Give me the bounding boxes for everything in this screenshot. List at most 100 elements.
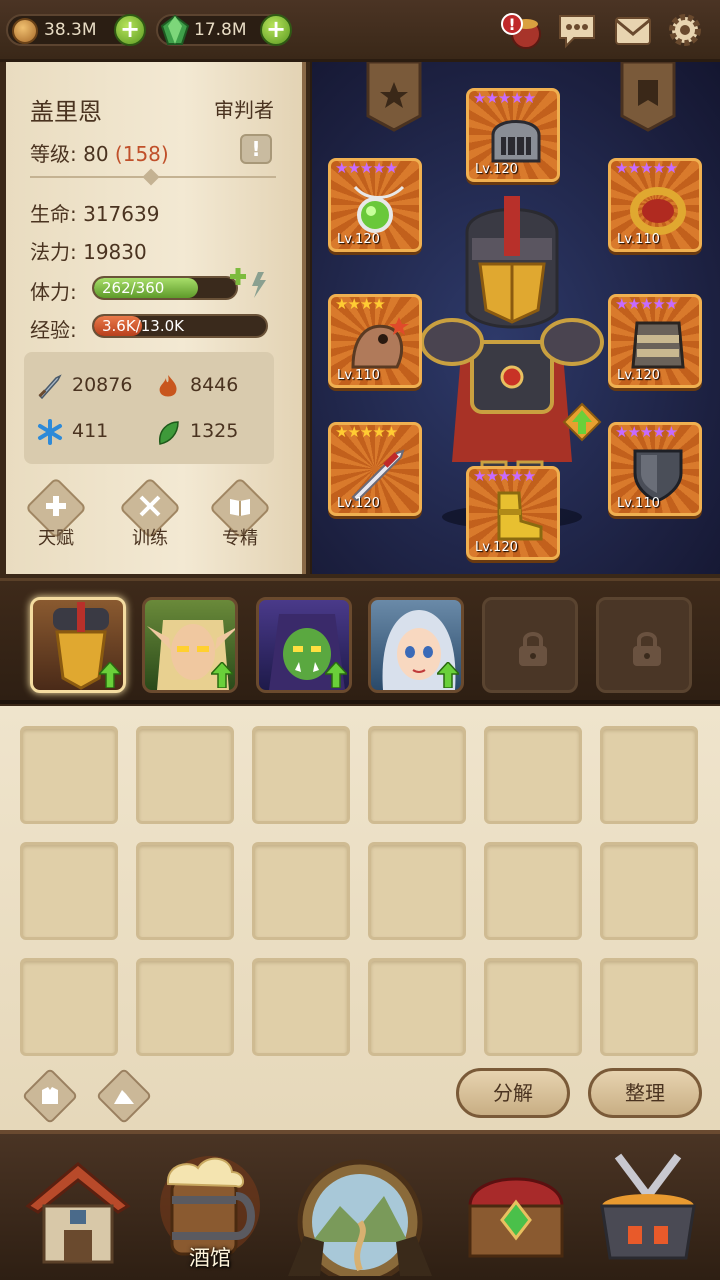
fire-stat: 8446 (159, 374, 239, 397)
level-label: 等级: (30, 142, 77, 166)
inventory-slot[interactable] (20, 958, 118, 1056)
treasure-chest-icon (468, 1177, 564, 1258)
star-rating-icon: ★★★★★ (473, 89, 536, 107)
inventory-panel: 分解 整理 (0, 706, 720, 1130)
mail-icon[interactable] (612, 10, 654, 50)
fire-icon (159, 375, 177, 397)
hero-roster-bar (0, 578, 720, 704)
divider (30, 176, 276, 178)
equip-slot-chest[interactable]: ★★★★★ Lv.120 (608, 294, 702, 388)
inventory-slot[interactable] (136, 726, 234, 824)
inventory-slot[interactable] (136, 842, 234, 940)
hero-slot-locked[interactable] (596, 597, 692, 693)
equip-slot-shoulder[interactable]: ★★★★ Lv.110 (328, 294, 422, 388)
star-rating-icon: ★★★★ (335, 295, 386, 313)
lock-icon (633, 632, 661, 666)
level-extra: (158) (114, 142, 169, 166)
inventory-slot[interactable] (484, 958, 582, 1056)
filter-material-button[interactable] (95, 1067, 153, 1125)
inventory-slot[interactable] (252, 958, 350, 1056)
inventory-slot[interactable] (368, 726, 466, 824)
decompose-button[interactable]: 分解 (456, 1068, 570, 1118)
equip-slot-weapon[interactable]: ★★★★★ Lv.120 (328, 422, 422, 516)
nav-adventure[interactable] (280, 1146, 440, 1280)
svg-text:!: ! (508, 15, 515, 34)
inventory-slot[interactable] (484, 842, 582, 940)
gold-coin-icon (12, 18, 38, 44)
ring-icon (630, 187, 686, 235)
star-rating-icon: ★★★★★ (335, 159, 398, 177)
chat-icon[interactable] (556, 10, 598, 50)
add-gold-button[interactable]: + (114, 14, 146, 46)
gem-amount: 17.8M (194, 20, 247, 40)
inventory-slot[interactable] (484, 726, 582, 824)
add-gems-button[interactable]: + (260, 14, 292, 46)
sword-icon (38, 374, 62, 400)
lock-icon (519, 632, 547, 666)
hero-portrait-elf[interactable] (142, 597, 238, 693)
nav-town[interactable] (18, 1146, 138, 1276)
inventory-slot[interactable] (136, 958, 234, 1056)
exp-bar: 3.6K/13.0K (92, 314, 268, 338)
inventory-slot[interactable] (600, 958, 698, 1056)
star-rating-icon: ★★★★★ (615, 159, 678, 177)
equip-slot-boots[interactable]: ★★★★★ Lv.120 (466, 466, 560, 560)
bookmark-tag-icon[interactable] (618, 62, 678, 132)
hero-portrait-frost-maiden[interactable] (368, 597, 464, 693)
stamina-text: 262/360 (102, 279, 165, 297)
tavern-label: 酒馆 (189, 1246, 231, 1270)
mastery-label: 专精 (222, 528, 258, 549)
inventory-slot[interactable] (252, 842, 350, 940)
star-rating-icon: ★★★★★ (473, 467, 536, 485)
hero-name: 盖里恩 (30, 98, 102, 126)
upgrade-arrow-icon (437, 662, 459, 688)
hero-portrait-judicator[interactable] (30, 597, 126, 693)
helm-level: Lv.120 (475, 162, 518, 177)
exp-label: 经验: (30, 318, 77, 342)
mastery-button[interactable]: 专精 (208, 476, 272, 549)
amulet-icon (353, 185, 405, 233)
hero-portrait-orc[interactable] (256, 597, 352, 693)
equip-slot-amulet[interactable]: ★★★★★ Lv.120 (328, 158, 422, 252)
inventory-slot[interactable] (20, 842, 118, 940)
equip-slot-ring[interactable]: ★★★★★ Lv.110 (608, 158, 702, 252)
weapon-level: Lv.120 (337, 496, 380, 511)
gold-amount: 38.3M (44, 20, 97, 40)
frost-icon (38, 419, 62, 445)
bottom-navigation: 酒馆 (0, 1130, 720, 1280)
alert-pot-icon[interactable]: ! (500, 10, 542, 50)
fire-value: 8446 (190, 374, 239, 396)
inventory-slot[interactable] (252, 726, 350, 824)
buy-stamina-icon[interactable] (224, 266, 272, 302)
adventure-portal-icon (288, 1159, 432, 1280)
talent-button[interactable]: 天赋 (24, 476, 88, 549)
sort-button[interactable]: 整理 (588, 1068, 702, 1118)
settings-gear-icon[interactable] (664, 10, 706, 50)
mp-label: 法力: (30, 240, 77, 264)
nav-forge[interactable] (588, 1146, 708, 1276)
inventory-slot[interactable] (600, 726, 698, 824)
top-bar: 38.3M + 17.8M + ! (0, 0, 720, 62)
hero-slot-locked[interactable] (482, 597, 578, 693)
frost-value: 411 (72, 420, 109, 442)
training-button[interactable]: 训练 (118, 476, 182, 549)
level-info-button[interactable]: ! (240, 134, 272, 164)
nav-shop[interactable] (456, 1146, 576, 1276)
filter-armor-button[interactable] (21, 1067, 79, 1125)
inventory-slot[interactable] (368, 958, 466, 1056)
inventory-slot[interactable] (368, 842, 466, 940)
inventory-slot[interactable] (20, 726, 118, 824)
upgrade-arrow-icon (99, 662, 121, 688)
inventory-slot[interactable] (600, 842, 698, 940)
equip-upgrade-icon[interactable] (562, 402, 602, 442)
favorite-star-tag-icon[interactable] (364, 62, 424, 132)
equip-slot-offhand[interactable]: ★★★★★ Lv.110 (608, 422, 702, 516)
equip-slot-helm[interactable]: ★★★★★ Lv.120 (466, 88, 560, 182)
nav-tavern[interactable]: 酒馆 (150, 1146, 270, 1276)
hero-class: 审判者 (214, 98, 274, 122)
green-gem-icon (160, 14, 190, 45)
level-value: 80 (83, 142, 109, 166)
boots-level: Lv.120 (475, 540, 518, 555)
ring-level: Lv.110 (617, 232, 660, 247)
chest-armor-icon (631, 321, 685, 369)
